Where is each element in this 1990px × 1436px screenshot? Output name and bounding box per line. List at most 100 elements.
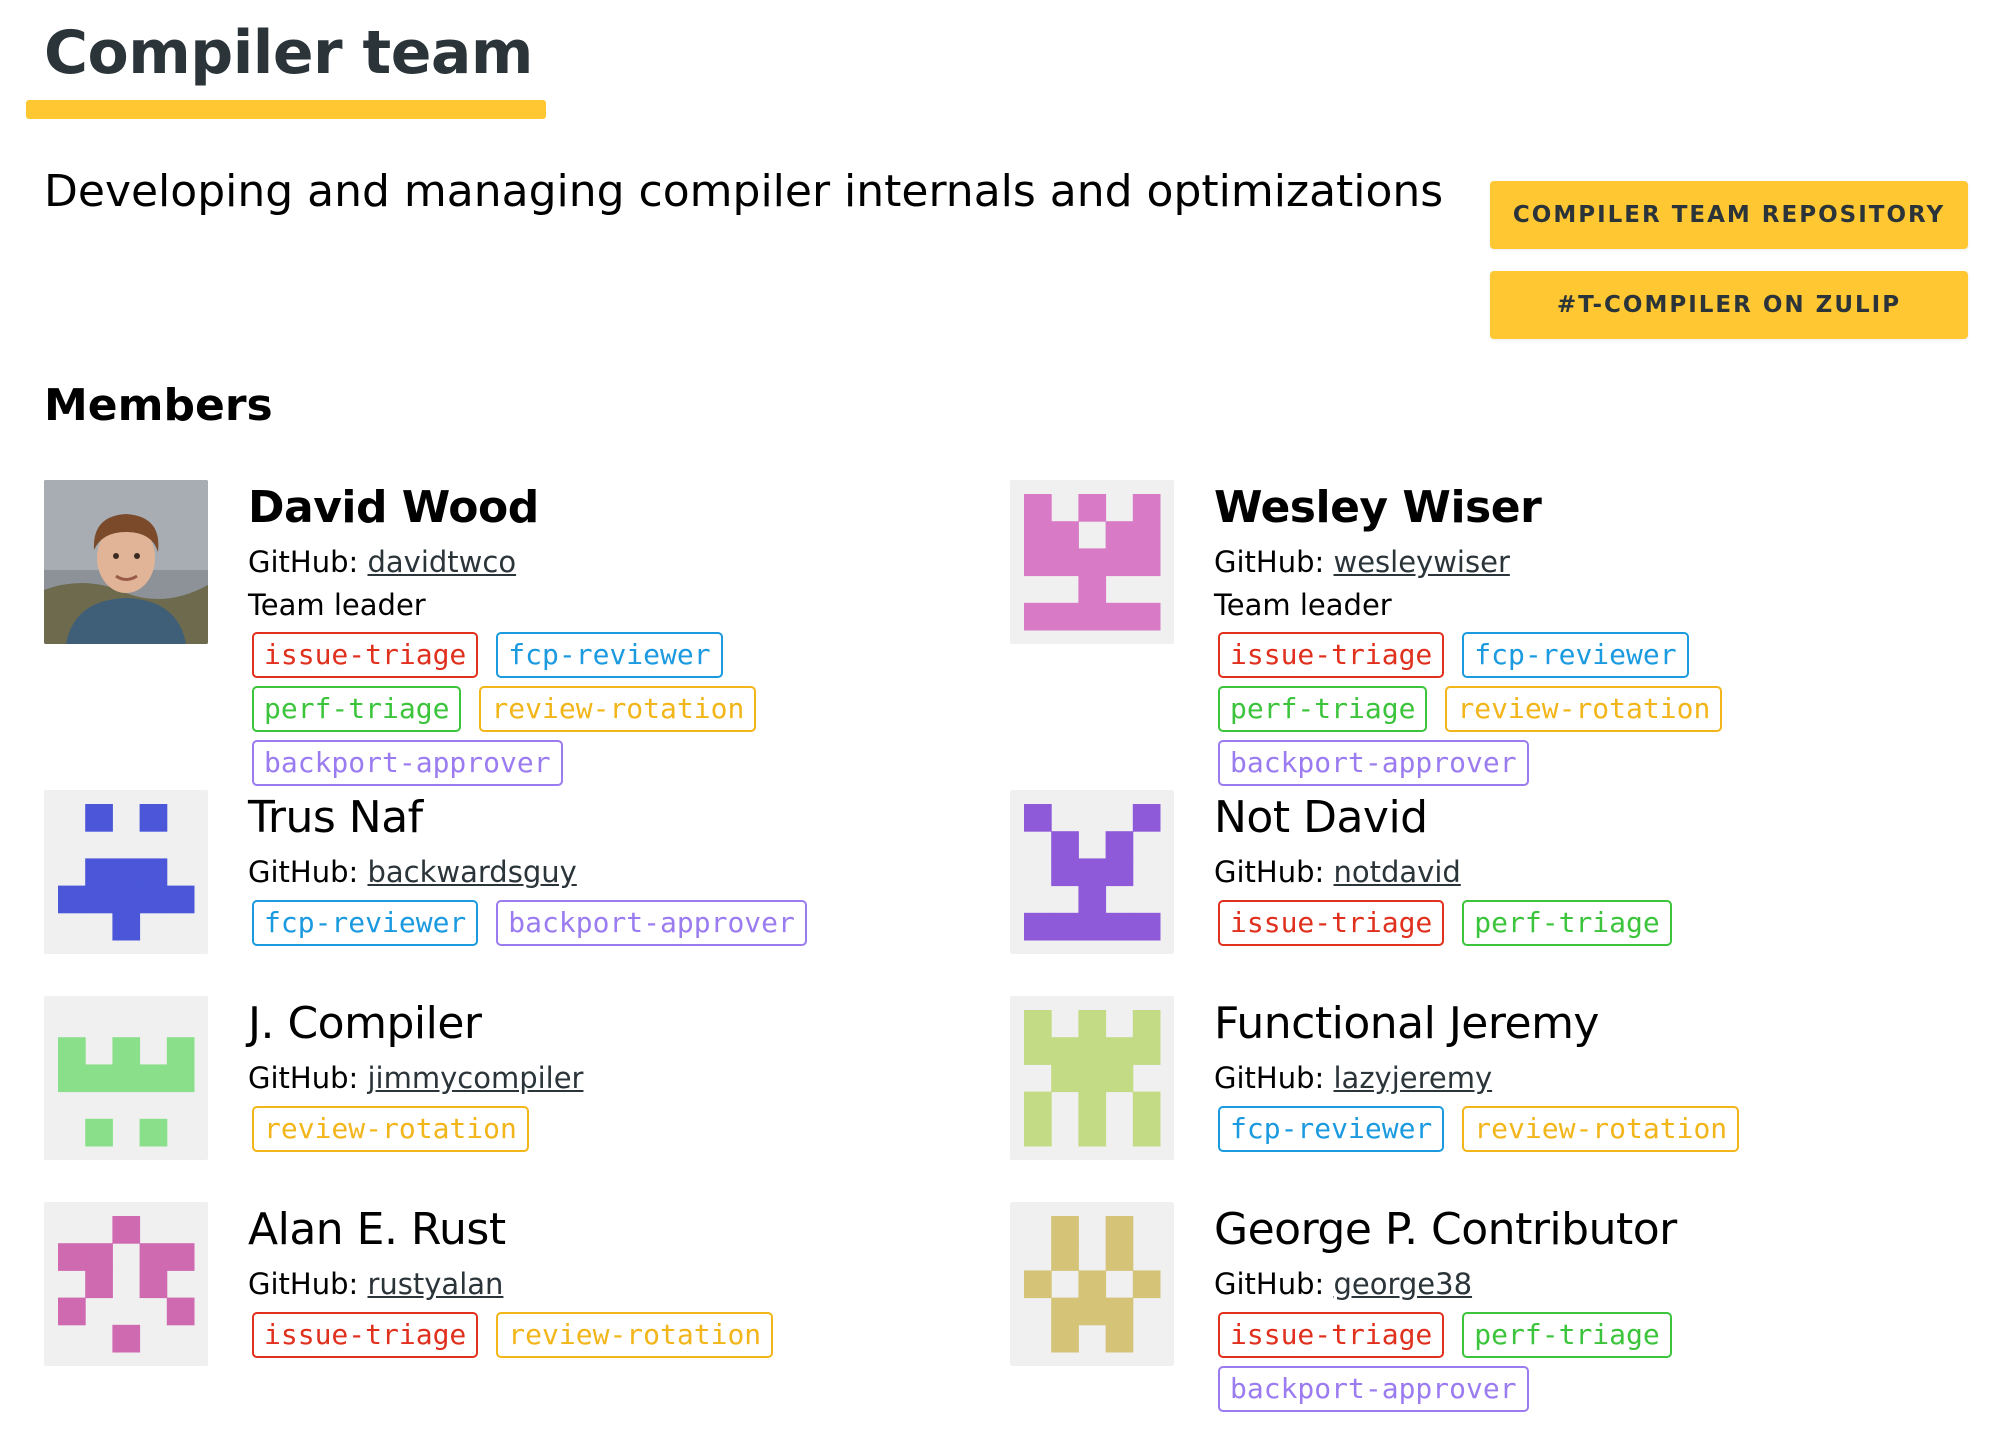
github-link[interactable]: rustyalan — [367, 1267, 503, 1301]
members-heading: Members — [44, 380, 273, 431]
tag-issue-triage: issue-triage — [1218, 1312, 1445, 1358]
identicon-cell — [166, 1297, 195, 1326]
zulip-stream-button[interactable]: #T-COMPILER ON ZULIP — [1490, 271, 1968, 339]
tag-perf-triage: perf-triage — [1218, 686, 1428, 732]
github-label: GitHub: — [248, 545, 368, 579]
team-links: COMPILER TEAM REPOSITORY #T-COMPILER ON … — [1490, 181, 1968, 361]
identicon-cell — [1078, 858, 1107, 887]
tag-backport-approver: backport-approver — [496, 900, 807, 946]
avatar — [44, 790, 208, 954]
identicon-cell — [112, 912, 141, 941]
compiler-team-repository-button[interactable]: COMPILER TEAM REPOSITORY — [1490, 181, 1968, 249]
identicon-avatar — [1010, 790, 1174, 954]
avatar — [44, 996, 208, 1160]
member-tags: issue-triage perf-triage — [1218, 900, 1794, 954]
identicon-cell — [1024, 602, 1052, 631]
member-name: Not David — [1214, 792, 1428, 843]
member-info: J. Compiler GitHub: jimmycompiler review-r… — [248, 996, 828, 1160]
member-name: Trus Naf — [248, 792, 423, 843]
member-info: Functional Jeremy GitHub: lazyjeremy fcp-r… — [1214, 996, 1794, 1160]
identicon-cell — [166, 1243, 195, 1271]
member-name: George P. Contributor — [1214, 1204, 1677, 1255]
identicon-cell — [1132, 1037, 1161, 1065]
tag-perf-triage: perf-triage — [1462, 1312, 1672, 1358]
identicon-cell — [112, 1324, 141, 1353]
identicon-cell — [1078, 912, 1107, 941]
identicon-cell — [1132, 494, 1161, 522]
github-link[interactable]: notdavid — [1333, 855, 1460, 889]
member-tags: issue-triage fcp-reviewer perf-triage revie… — [1218, 632, 1794, 794]
title-underline — [26, 100, 546, 119]
identicon-cell — [1051, 858, 1079, 887]
member-info: George P. Contributor GitHub: george38 iss… — [1214, 1202, 1794, 1420]
identicon-cell — [85, 858, 113, 887]
identicon-cell — [1105, 912, 1134, 941]
github-line: GitHub: rustyalan — [248, 1262, 828, 1306]
identicon-cell — [1024, 1270, 1052, 1299]
identicon-cell — [1105, 1297, 1134, 1326]
tag-issue-triage: issue-triage — [1218, 632, 1445, 678]
member-name: Alan E. Rust — [248, 1204, 506, 1255]
identicon-cell — [112, 858, 141, 887]
identicon-avatar — [44, 996, 208, 1160]
identicon-cell — [1024, 1010, 1052, 1038]
github-link[interactable]: lazyjeremy — [1333, 1061, 1492, 1095]
tag-review-rotation: review-rotation — [479, 686, 757, 732]
member-info: Wesley Wiser GitHub: wesleywiser Team lead… — [1214, 480, 1794, 794]
identicon-cell — [85, 1064, 113, 1093]
identicon-avatar — [44, 1202, 208, 1366]
member-tags: fcp-reviewer review-rotation — [1218, 1106, 1794, 1160]
identicon-cell — [1051, 1037, 1079, 1065]
identicon-cell — [112, 1037, 141, 1065]
avatar — [1010, 790, 1174, 954]
avatar — [44, 480, 208, 644]
identicon-cell — [58, 1297, 86, 1326]
github-line: GitHub: davidtwco — [248, 540, 828, 584]
tag-backport-approver: backport-approver — [252, 740, 563, 786]
tag-fcp-reviewer: fcp-reviewer — [252, 900, 479, 946]
identicon-cell — [1024, 1091, 1052, 1120]
identicon-cell — [1105, 1243, 1134, 1271]
identicon-cell — [85, 1270, 113, 1299]
github-link[interactable]: davidtwco — [367, 545, 516, 579]
member-role: Team leader — [248, 588, 426, 622]
github-link[interactable]: backwardsguy — [367, 855, 576, 889]
identicon-cell — [139, 804, 168, 832]
tag-fcp-reviewer: fcp-reviewer — [1462, 632, 1689, 678]
identicon-cell — [1132, 1091, 1161, 1120]
member-info: David Wood GitHub: davidtwco Team leader is… — [248, 480, 828, 794]
github-link[interactable]: george38 — [1333, 1267, 1472, 1301]
github-label: GitHub: — [248, 1267, 368, 1301]
member-name: Functional Jeremy — [1214, 998, 1599, 1049]
identicon-cell — [166, 885, 195, 914]
tag-fcp-reviewer: fcp-reviewer — [496, 632, 723, 678]
member-tags: review-rotation — [252, 1106, 828, 1160]
member-info: Not David GitHub: notdavid issue-triage per… — [1214, 790, 1794, 954]
identicon-cell — [85, 1243, 113, 1271]
member-tags: issue-triage review-rotation — [252, 1312, 828, 1366]
identicon-cell — [1024, 912, 1052, 941]
identicon-cell — [1132, 548, 1161, 577]
identicon-avatar — [1010, 996, 1174, 1160]
tag-backport-approver: backport-approver — [1218, 1366, 1529, 1412]
identicon-cell — [1078, 602, 1107, 631]
member-name: David Wood — [248, 482, 539, 533]
identicon-cell — [1078, 1297, 1107, 1326]
identicon-cell — [1078, 1064, 1107, 1093]
team-page: Compiler team Developing and managing co… — [0, 0, 1990, 1436]
github-label: GitHub: — [248, 855, 368, 889]
github-label: GitHub: — [1214, 1061, 1334, 1095]
identicon-cell — [1051, 1243, 1079, 1271]
github-line: GitHub: george38 — [1214, 1262, 1794, 1306]
github-link[interactable]: jimmycompiler — [367, 1061, 583, 1095]
github-label: GitHub: — [1214, 1267, 1334, 1301]
github-line: GitHub: backwardsguy — [248, 850, 828, 894]
tag-backport-approver: backport-approver — [1218, 740, 1529, 786]
identicon-cell — [112, 1064, 141, 1093]
identicon-cell — [1024, 521, 1052, 549]
identicon-cell — [1078, 1270, 1107, 1299]
identicon-cell — [58, 885, 86, 914]
tag-review-rotation: review-rotation — [1445, 686, 1723, 732]
identicon-cell — [1078, 1010, 1107, 1038]
github-link[interactable]: wesleywiser — [1333, 545, 1509, 579]
